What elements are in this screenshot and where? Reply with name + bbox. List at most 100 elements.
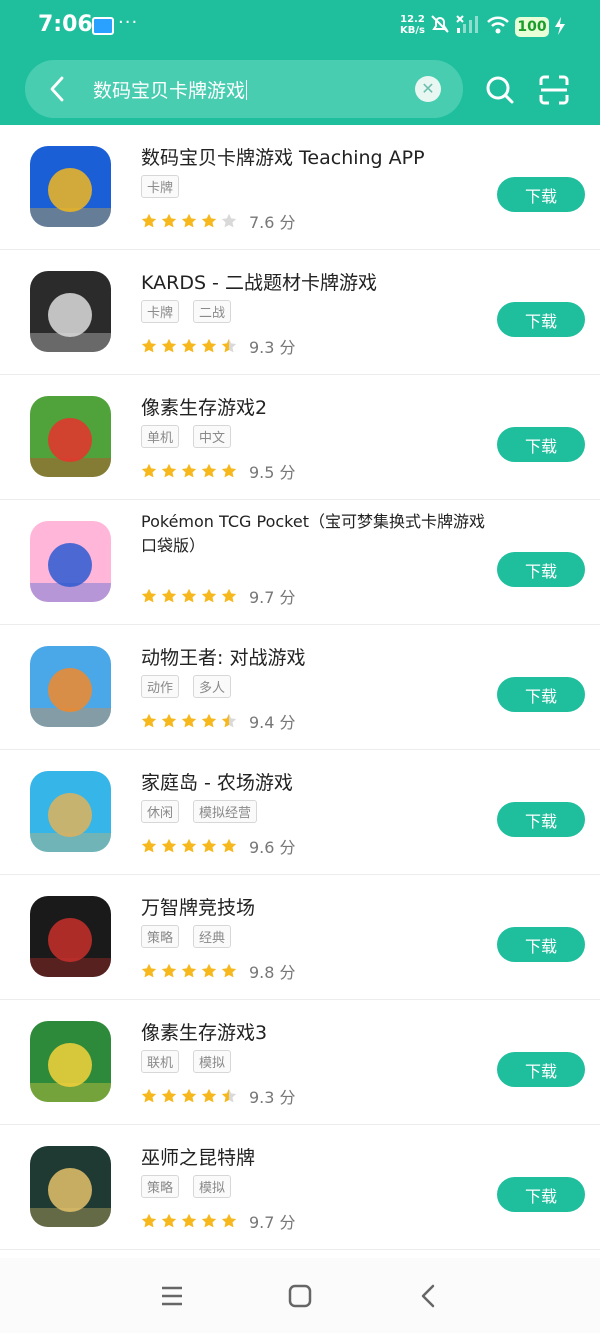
download-button[interactable]: 下载	[497, 927, 585, 962]
star-icon	[161, 213, 177, 228]
star-icon	[181, 463, 197, 478]
rating-stars	[141, 963, 241, 979]
network-speed: 12.2 KB/s	[400, 14, 425, 36]
search-box[interactable]: 数码宝贝卡牌游戏 ✕	[25, 60, 463, 118]
star-icon	[221, 213, 237, 228]
pixel-survival-3-icon[interactable]	[30, 1021, 111, 1102]
app-rating: 7.6 分	[141, 209, 296, 233]
nav-back-icon[interactable]	[418, 1284, 438, 1308]
mtg-arena-icon[interactable]	[30, 896, 111, 977]
star-icon	[221, 713, 237, 728]
app-tags: 休闲 模拟经营	[141, 800, 271, 823]
app-tag: 单机	[141, 425, 180, 448]
star-icon	[141, 338, 157, 353]
download-button[interactable]: 下载	[497, 802, 585, 837]
app-list-item[interactable]: KARDS - 二战题材卡牌游戏 卡牌 二战 9.3 分 下载	[0, 250, 600, 375]
star-icon	[161, 713, 177, 728]
more-notifications-icon: ···	[118, 12, 139, 33]
rating-stars	[141, 1088, 241, 1104]
star-icon	[201, 463, 217, 478]
star-icon	[181, 338, 197, 353]
app-list-item[interactable]: 万智牌竞技场 策略 经典 9.8 分 下载	[0, 875, 600, 1000]
star-icon	[161, 963, 177, 978]
app-tags: 单机 中文	[141, 425, 245, 448]
menu-icon[interactable]	[160, 1286, 184, 1306]
app-tags: 卡牌	[141, 175, 193, 198]
download-button[interactable]: 下载	[497, 1052, 585, 1087]
notification-icon	[92, 17, 114, 35]
star-icon	[181, 588, 197, 603]
star-icon	[201, 588, 217, 603]
clear-search-icon[interactable]: ✕	[415, 76, 441, 102]
app-rating: 9.3 分	[141, 1084, 296, 1108]
star-icon	[221, 1088, 237, 1103]
app-title[interactable]: 动物王者: 对战游戏	[141, 643, 305, 670]
rating-score: 9.5 分	[249, 463, 296, 482]
app-title[interactable]: 像素生存游戏2	[141, 393, 267, 420]
app-tags: 策略 经典	[141, 925, 245, 948]
app-list-item[interactable]: Pokémon TCG Pocket（宝可梦集换式卡牌游戏口袋版） 9.7 分 …	[0, 500, 600, 625]
zooba-fox-icon[interactable]	[30, 646, 111, 727]
rating-stars	[141, 1213, 241, 1229]
app-tag: 模拟	[193, 1050, 232, 1073]
download-button[interactable]: 下载	[497, 677, 585, 712]
app-title[interactable]: KARDS - 二战题材卡牌游戏	[141, 268, 377, 295]
app-tag: 休闲	[141, 800, 180, 823]
app-list-item[interactable]: 数码宝贝卡牌游戏 Teaching APP 卡牌 7.6 分 下载	[0, 125, 600, 250]
rating-stars	[141, 588, 241, 604]
star-icon	[141, 1088, 157, 1103]
star-icon	[161, 1088, 177, 1103]
star-icon	[141, 838, 157, 853]
app-title[interactable]: 数码宝贝卡牌游戏 Teaching APP	[141, 143, 425, 170]
family-island-icon[interactable]	[30, 771, 111, 852]
app-tags: 动作 多人	[141, 675, 245, 698]
app-list-item[interactable]: 巫师之昆特牌 策略 模拟 9.7 分 下载	[0, 1125, 600, 1250]
app-title[interactable]: 巫师之昆特牌	[141, 1143, 255, 1170]
star-icon	[221, 588, 237, 603]
mute-bell-icon	[431, 15, 449, 33]
app-list-item[interactable]: 家庭岛 - 农场游戏 休闲 模拟经营 9.6 分 下载	[0, 750, 600, 875]
app-tag: 经典	[193, 925, 232, 948]
back-arrow-icon[interactable]	[47, 76, 67, 102]
star-icon	[141, 588, 157, 603]
digimon-icon[interactable]	[30, 146, 111, 227]
app-tag: 二战	[193, 300, 232, 323]
download-button[interactable]: 下载	[497, 1177, 585, 1212]
star-icon	[141, 713, 157, 728]
star-icon	[161, 1213, 177, 1228]
download-button[interactable]: 下载	[497, 552, 585, 587]
app-title[interactable]: Pokémon TCG Pocket（宝可梦集换式卡牌游戏口袋版）	[141, 510, 491, 558]
star-icon	[141, 1213, 157, 1228]
app-list-item[interactable]: 像素生存游戏2 单机 中文 9.5 分 下载	[0, 375, 600, 500]
app-title[interactable]: 万智牌竞技场	[141, 893, 255, 920]
star-icon	[141, 213, 157, 228]
pokemon-card-icon[interactable]	[30, 521, 111, 602]
signal-icon	[456, 15, 478, 33]
app-tag: 模拟	[193, 1175, 232, 1198]
app-tag: 策略	[141, 925, 180, 948]
app-list-item[interactable]: 像素生存游戏3 联机 模拟 9.3 分 下载	[0, 1000, 600, 1125]
download-button[interactable]: 下载	[497, 177, 585, 212]
app-rating: 9.7 分	[141, 1209, 296, 1233]
top-bar: 7:06 ··· 12.2 KB/s 100 数码宝贝卡牌游戏 ✕	[0, 0, 600, 125]
status-time: 7:06	[38, 12, 93, 37]
kards-star-icon[interactable]	[30, 271, 111, 352]
star-icon	[181, 963, 197, 978]
app-rating: 9.4 分	[141, 709, 296, 733]
navigation-bar	[0, 1258, 600, 1333]
star-icon	[161, 588, 177, 603]
battery-level: 100	[515, 17, 549, 37]
download-button[interactable]: 下载	[497, 427, 585, 462]
search-icon[interactable]	[484, 74, 516, 106]
pixel-survival-2-icon[interactable]	[30, 396, 111, 477]
star-icon	[201, 963, 217, 978]
gwent-crown-icon[interactable]	[30, 1146, 111, 1227]
scan-icon[interactable]	[538, 74, 570, 106]
network-speed-unit: KB/s	[400, 25, 425, 36]
app-title[interactable]: 像素生存游戏3	[141, 1018, 267, 1045]
download-button[interactable]: 下载	[497, 302, 585, 337]
search-input[interactable]: 数码宝贝卡牌游戏	[93, 76, 248, 103]
app-list-item[interactable]: 动物王者: 对战游戏 动作 多人 9.4 分 下载	[0, 625, 600, 750]
home-icon[interactable]	[288, 1284, 312, 1308]
app-title[interactable]: 家庭岛 - 农场游戏	[141, 768, 293, 795]
